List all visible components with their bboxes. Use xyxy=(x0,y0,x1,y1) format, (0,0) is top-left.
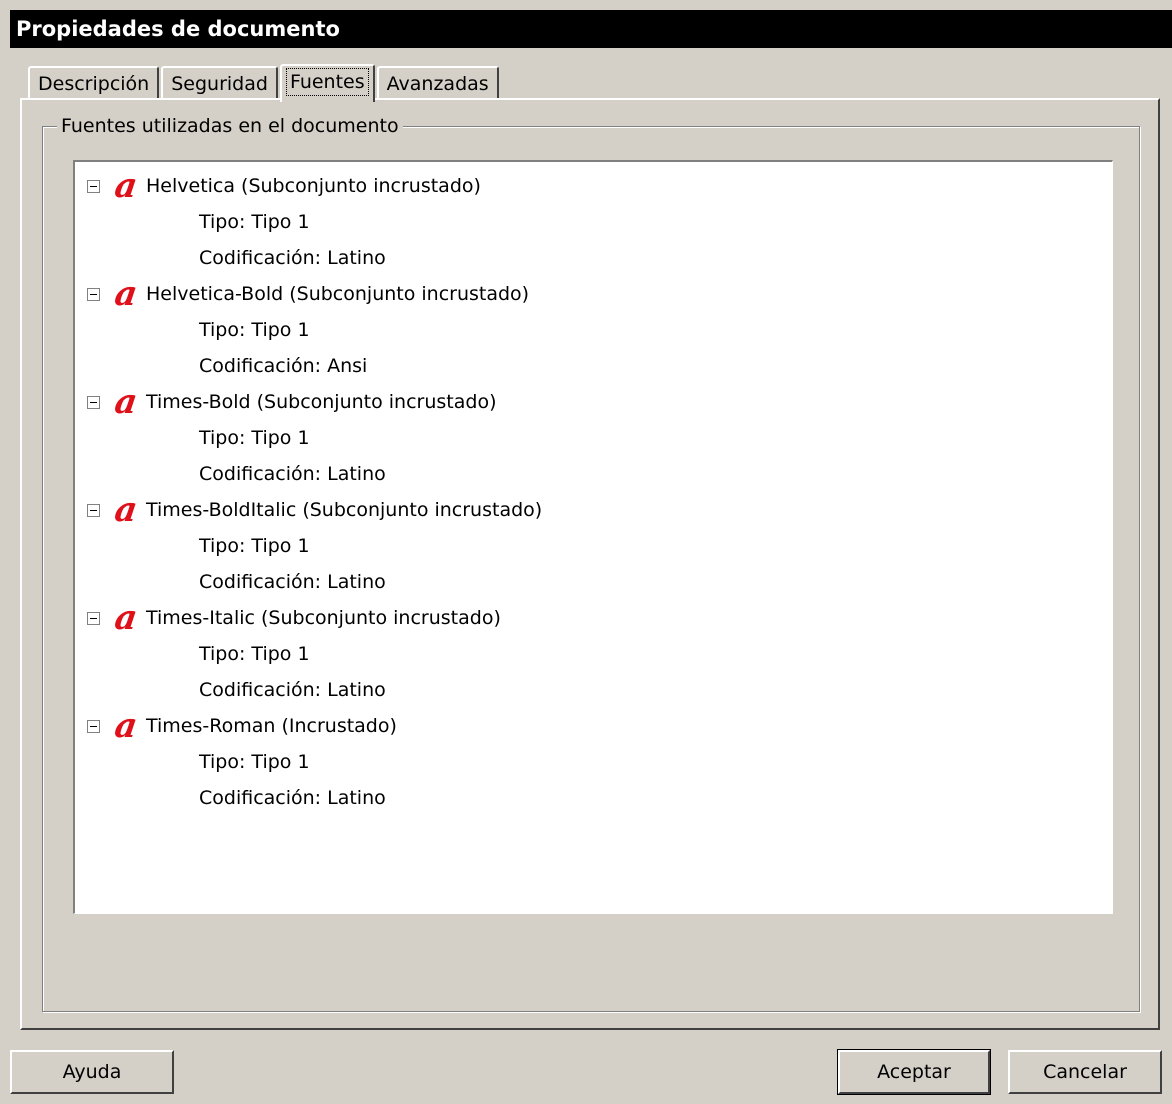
font-type-icon: a xyxy=(112,274,140,314)
collapse-minus-icon[interactable] xyxy=(87,287,100,301)
cancel-button[interactable]: Cancelar xyxy=(1008,1050,1162,1094)
font-type-detail: Tipo: Tipo 1 xyxy=(199,751,310,773)
font-tree-item[interactable]: a Times-Bold (Subconjunto incrustado) xyxy=(87,382,542,422)
tab-descripcion[interactable]: Descripción xyxy=(28,66,160,100)
tab-label: Seguridad xyxy=(171,73,268,95)
font-type-icon: a xyxy=(112,598,140,638)
font-tree-item[interactable]: a Times-BoldItalic (Subconjunto incrustad… xyxy=(87,490,543,530)
font-type-detail: Tipo: Tipo 1 xyxy=(199,211,310,233)
font-encoding-detail: Codificación: Latino xyxy=(199,571,386,593)
font-type-icon: a xyxy=(112,382,140,422)
font-name: Times-Roman (Incrustado) xyxy=(146,715,397,737)
groupbox-legend: Fuentes utilizadas en el documento xyxy=(57,113,403,139)
ok-button[interactable]: Aceptar xyxy=(837,1049,991,1095)
document-properties-dialog: Propiedades de documento Descripción Seg… xyxy=(0,0,1172,1104)
collapse-minus-icon[interactable] xyxy=(87,611,100,625)
font-name: Helvetica-Bold (Subconjunto incrustado) xyxy=(146,283,530,305)
font-type-detail: Tipo: Tipo 1 xyxy=(199,319,310,341)
collapse-minus-icon[interactable] xyxy=(87,179,100,193)
font-name: Helvetica (Subconjunto incrustado) xyxy=(146,175,481,197)
title-bar: Propiedades de documento xyxy=(10,10,1172,48)
fonts-groupbox: Fuentes utilizadas en el documento a Helv… xyxy=(42,113,1140,1012)
font-tree-item[interactable]: a Helvetica (Subconjunto incrustado) xyxy=(87,166,542,206)
font-encoding-detail: Codificación: Latino xyxy=(199,679,386,701)
collapse-minus-icon[interactable] xyxy=(87,503,100,517)
help-button[interactable]: Ayuda xyxy=(10,1050,174,1094)
tab-seguridad[interactable]: Seguridad xyxy=(161,66,278,100)
tab-label: Descripción xyxy=(38,73,150,95)
font-type-icon: a xyxy=(112,490,140,530)
fonts-tree: a Helvetica (Subconjunto incrustado) Tipo:… xyxy=(87,166,543,816)
font-name: Times-Italic (Subconjunto incrustado) xyxy=(146,607,501,629)
font-tree-item[interactable]: a Times-Italic (Subconjunto incrustado) xyxy=(87,598,542,638)
font-name: Times-BoldItalic (Subconjunto incrustado… xyxy=(146,499,543,521)
tab-strip: Descripción Seguridad Fuentes Avanzadas xyxy=(28,62,501,102)
tab-label: Avanzadas xyxy=(386,73,489,95)
font-tree-item[interactable]: a Times-Roman (Incrustado) xyxy=(87,706,542,746)
font-type-icon: a xyxy=(112,166,140,206)
font-type-detail: Tipo: Tipo 1 xyxy=(199,535,310,557)
font-type-detail: Tipo: Tipo 1 xyxy=(199,427,310,449)
font-type-icon: a xyxy=(112,706,140,746)
font-type-detail: Tipo: Tipo 1 xyxy=(199,643,310,665)
tab-fuentes[interactable]: Fuentes xyxy=(279,64,375,102)
font-encoding-detail: Codificación: Latino xyxy=(199,787,386,809)
font-encoding-detail: Codificación: Latino xyxy=(199,463,386,485)
collapse-minus-icon[interactable] xyxy=(87,719,100,733)
font-name: Times-Bold (Subconjunto incrustado) xyxy=(146,391,497,413)
font-tree-item[interactable]: a Helvetica-Bold (Subconjunto incrustado) xyxy=(87,274,542,314)
tab-panel-fuentes: Fuentes utilizadas en el documento a Helv… xyxy=(20,98,1160,1030)
fonts-tree-view[interactable]: a Helvetica (Subconjunto incrustado) Tipo:… xyxy=(73,160,1113,914)
tab-avanzadas[interactable]: Avanzadas xyxy=(376,66,499,100)
font-encoding-detail: Codificación: Latino xyxy=(199,247,386,269)
collapse-minus-icon[interactable] xyxy=(87,395,100,409)
font-encoding-detail: Codificación: Ansi xyxy=(199,355,368,377)
tab-label: Fuentes xyxy=(285,68,369,96)
